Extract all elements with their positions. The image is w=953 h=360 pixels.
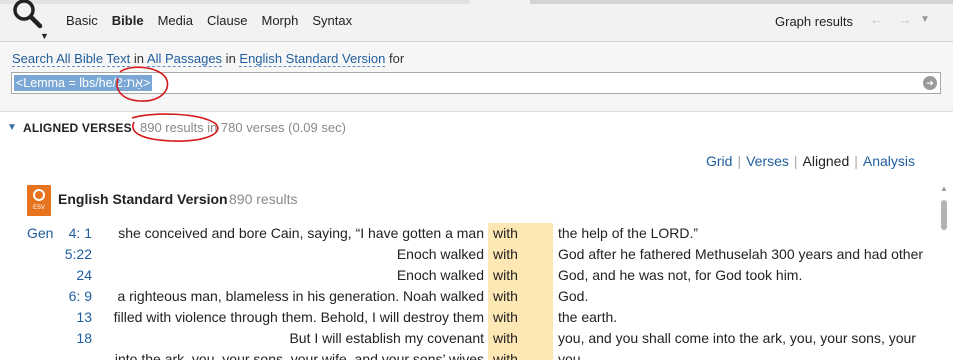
keyword-match[interactable]: with: [493, 223, 518, 244]
aligned-verses-header[interactable]: ▼ ALIGNED VERSES 890 results in 780 vers…: [0, 114, 953, 142]
result-row[interactable]: 13 filled with violence through them. Be…: [0, 307, 940, 328]
verse-reference[interactable]: 4: 1: [52, 223, 92, 244]
keyword-match[interactable]: with: [493, 307, 518, 328]
context-before: Enoch walked: [396, 246, 484, 262]
history-arrows-icon[interactable]: ← →: [870, 12, 918, 27]
search-input[interactable]: <Lemma = lbs/he/2:אֵת> ➜: [11, 72, 941, 94]
query-panel: Search All Bible Text in All Passages in…: [0, 42, 953, 112]
tab-bible[interactable]: Bible: [112, 13, 144, 28]
query-for-text: for: [385, 51, 405, 66]
toolbar: ▼ Basic Bible Media Clause Morph Syntax …: [0, 0, 953, 42]
esv-badge-label: ESV: [32, 205, 45, 211]
view-separator: |: [854, 153, 858, 169]
tab-clause[interactable]: Clause: [207, 13, 247, 28]
result-row[interactable]: Gen 4: 1 she conceived and bore Cain, sa…: [0, 223, 940, 244]
result-row[interactable]: into the ark, you, your sons, your wife,…: [0, 349, 940, 360]
esv-badge-ring: [33, 189, 45, 201]
view-switcher: Grid | Verses | Aligned | Analysis: [706, 153, 915, 169]
verse-reference[interactable]: 18: [52, 328, 92, 349]
keyword-match[interactable]: with: [493, 244, 518, 265]
tab-basic[interactable]: Basic: [66, 13, 98, 28]
result-row[interactable]: 18 But I will establish my covenant with…: [0, 328, 940, 349]
view-analysis[interactable]: Analysis: [863, 153, 915, 169]
aligned-verses-title: ALIGNED VERSES: [23, 121, 132, 135]
context-before: into the ark, you, your sons, your wife,…: [114, 351, 484, 360]
results-summary: 890 results in 780 verses (0.09 sec): [140, 120, 346, 135]
context-before: she conceived and bore Cain, saying, “I …: [118, 225, 484, 241]
tab-media[interactable]: Media: [158, 13, 193, 28]
verse-reference[interactable]: 24: [52, 265, 92, 286]
view-grid[interactable]: Grid: [706, 153, 732, 169]
version-result-count: 890 results: [229, 191, 298, 207]
result-row[interactable]: 6: 9 a righteous man, blameless in his g…: [0, 286, 940, 307]
context-before: Enoch walked: [396, 267, 484, 283]
verse-reference[interactable]: 6: 9: [52, 286, 92, 307]
context-after: you.: [558, 351, 585, 360]
view-separator: |: [793, 153, 798, 169]
keyword-match[interactable]: with: [493, 328, 518, 349]
tab-strip: [0, 0, 953, 5]
result-row[interactable]: 5:22 Enoch walked with God after he fath…: [0, 244, 940, 265]
tab-syntax[interactable]: Syntax: [312, 13, 352, 28]
context-after: God after he fathered Methuselah 300 yea…: [558, 246, 924, 262]
context-after: the earth.: [558, 309, 618, 325]
collapse-triangle-icon[interactable]: ▼: [7, 122, 17, 133]
tab-morph[interactable]: Morph: [261, 13, 298, 28]
scroll-up-arrow-icon[interactable]: ▲: [940, 184, 948, 193]
context-before: But I will establish my covenant: [289, 330, 484, 346]
view-aligned[interactable]: Aligned: [803, 153, 850, 169]
graph-results-button[interactable]: Graph results: [775, 14, 853, 29]
keyword-match[interactable]: with: [493, 349, 518, 360]
book-label[interactable]: Gen: [27, 223, 53, 244]
context-before: filled with violence through them. Behol…: [113, 309, 484, 325]
version-title[interactable]: English Standard Version: [58, 191, 228, 207]
context-before: a righteous man, blameless in his genera…: [117, 288, 484, 304]
results-scrollbar[interactable]: ▲: [937, 184, 951, 360]
query-in-text: in: [130, 51, 147, 66]
history-menu-caret-icon[interactable]: ▼: [920, 14, 930, 25]
verse-reference[interactable]: 5:22: [52, 244, 92, 265]
search-input-value: <Lemma = lbs/he/2:אֵת>: [14, 75, 153, 91]
result-row[interactable]: 24 Enoch walked with God, and he was not…: [0, 265, 940, 286]
search-menu-caret-icon[interactable]: ▼: [40, 31, 49, 41]
context-after: God.: [558, 288, 589, 304]
context-after: the help of the LORD.”: [558, 225, 699, 241]
version-header: ESV English Standard Version 890 results: [27, 185, 927, 217]
keyword-match[interactable]: with: [493, 286, 518, 307]
tab-strip-left: [0, 0, 470, 4]
context-after: you, and you shall come into the ark, yo…: [558, 330, 916, 346]
run-search-icon[interactable]: ➜: [923, 76, 937, 90]
scrollbar-thumb[interactable]: [941, 200, 947, 230]
query-in-text-2: in: [222, 51, 240, 66]
search-text-link[interactable]: Search All Bible Text: [12, 51, 131, 67]
search-type-tabs: Basic Bible Media Clause Morph Syntax: [66, 13, 352, 28]
view-separator: |: [737, 153, 742, 169]
passages-link[interactable]: All Passages: [146, 51, 223, 67]
query-description: Search All Bible Text in All Passages in…: [12, 51, 405, 67]
verse-reference[interactable]: 13: [52, 307, 92, 328]
context-after: God, and he was not, for God took him.: [558, 267, 803, 283]
view-verses[interactable]: Verses: [746, 153, 789, 169]
esv-book-icon[interactable]: ESV: [27, 185, 51, 216]
keyword-match[interactable]: with: [493, 265, 518, 286]
tab-strip-right: [530, 0, 953, 4]
aligned-results: Gen 4: 1 she conceived and bore Cain, sa…: [0, 223, 940, 360]
version-link[interactable]: English Standard Version: [239, 51, 386, 67]
